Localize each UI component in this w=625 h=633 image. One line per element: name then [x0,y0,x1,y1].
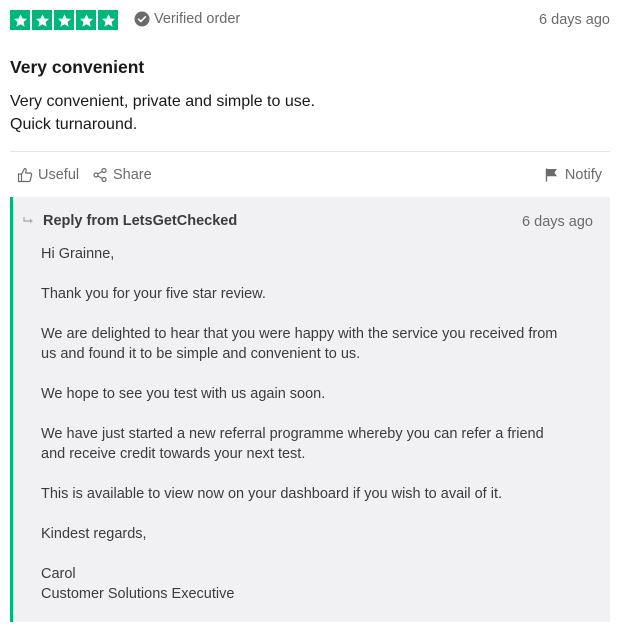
reply-paragraph: Thank you for your five star review. [41,284,601,304]
star-icon [54,10,74,30]
review-body-line: Very convenient, private and simple to u… [10,93,316,110]
divider [10,151,610,152]
reply-line: We have just started a new referral prog… [41,426,544,442]
reply-body: Hi Grainne, Thank you for your five star… [41,244,601,604]
reply-paragraph: Carol Customer Solutions Executive [41,564,601,604]
star-icon [98,10,118,30]
reply-date: 6 days ago [522,214,593,230]
review-title: Very convenient [10,57,145,77]
share-button[interactable]: Share [92,167,152,183]
reply-paragraph: We are delighted to hear that you were h… [41,324,601,364]
thumbs-up-icon [17,167,33,183]
review-date: 6 days ago [539,12,610,28]
review-header: Verified order 6 days ago [10,10,610,32]
star-rating [10,10,118,30]
review-body-line: Quick turnaround. [10,116,138,133]
notify-button[interactable]: Notify [544,167,602,183]
reply-line: We hope to see you test with us again so… [41,386,326,402]
verified-label: Verified order [154,11,241,27]
flag-icon [545,168,557,182]
reply-paragraph: Kindest regards, [41,524,601,544]
reply-header: Reply from LetsGetChecked [23,213,237,229]
review-body: Very convenient, private and simple to u… [10,90,315,136]
star-icon [32,10,52,30]
reply-arrow-icon [23,217,33,224]
reply-paragraph: We hope to see you test with us again so… [41,384,601,404]
reply-signature-role: Customer Solutions Executive [41,586,235,602]
reply-line: Kindest regards, [41,526,147,542]
company-reply: Reply from LetsGetChecked 6 days ago Hi … [10,197,610,622]
reply-title: Reply from LetsGetChecked [43,213,238,229]
useful-label: Useful [38,167,80,183]
reply-line: Thank you for your five star review. [41,286,266,302]
reply-signature-name: Carol [41,566,76,582]
reply-line: and receive credit towards your next tes… [41,446,306,462]
reply-paragraph: This is available to view now on your da… [41,484,601,504]
reply-line: Hi Grainne, [41,246,115,262]
review-actions: Useful Share Notify [10,167,610,189]
verified-badge: Verified order [134,11,240,27]
reply-line: us and found it to be simple and conveni… [41,346,361,362]
star-icon [10,10,30,30]
check-circle-icon [134,11,150,27]
reply-line: This is available to view now on your da… [41,486,503,502]
reply-paragraph: We have just started a new referral prog… [41,424,601,464]
useful-button[interactable]: Useful [17,167,79,183]
reply-line: We are delighted to hear that you were h… [41,326,558,342]
share-label: Share [113,167,152,183]
notify-label: Notify [564,167,602,183]
reply-paragraph: Hi Grainne, [41,244,601,264]
star-icon [76,10,96,30]
share-icon [93,167,107,183]
